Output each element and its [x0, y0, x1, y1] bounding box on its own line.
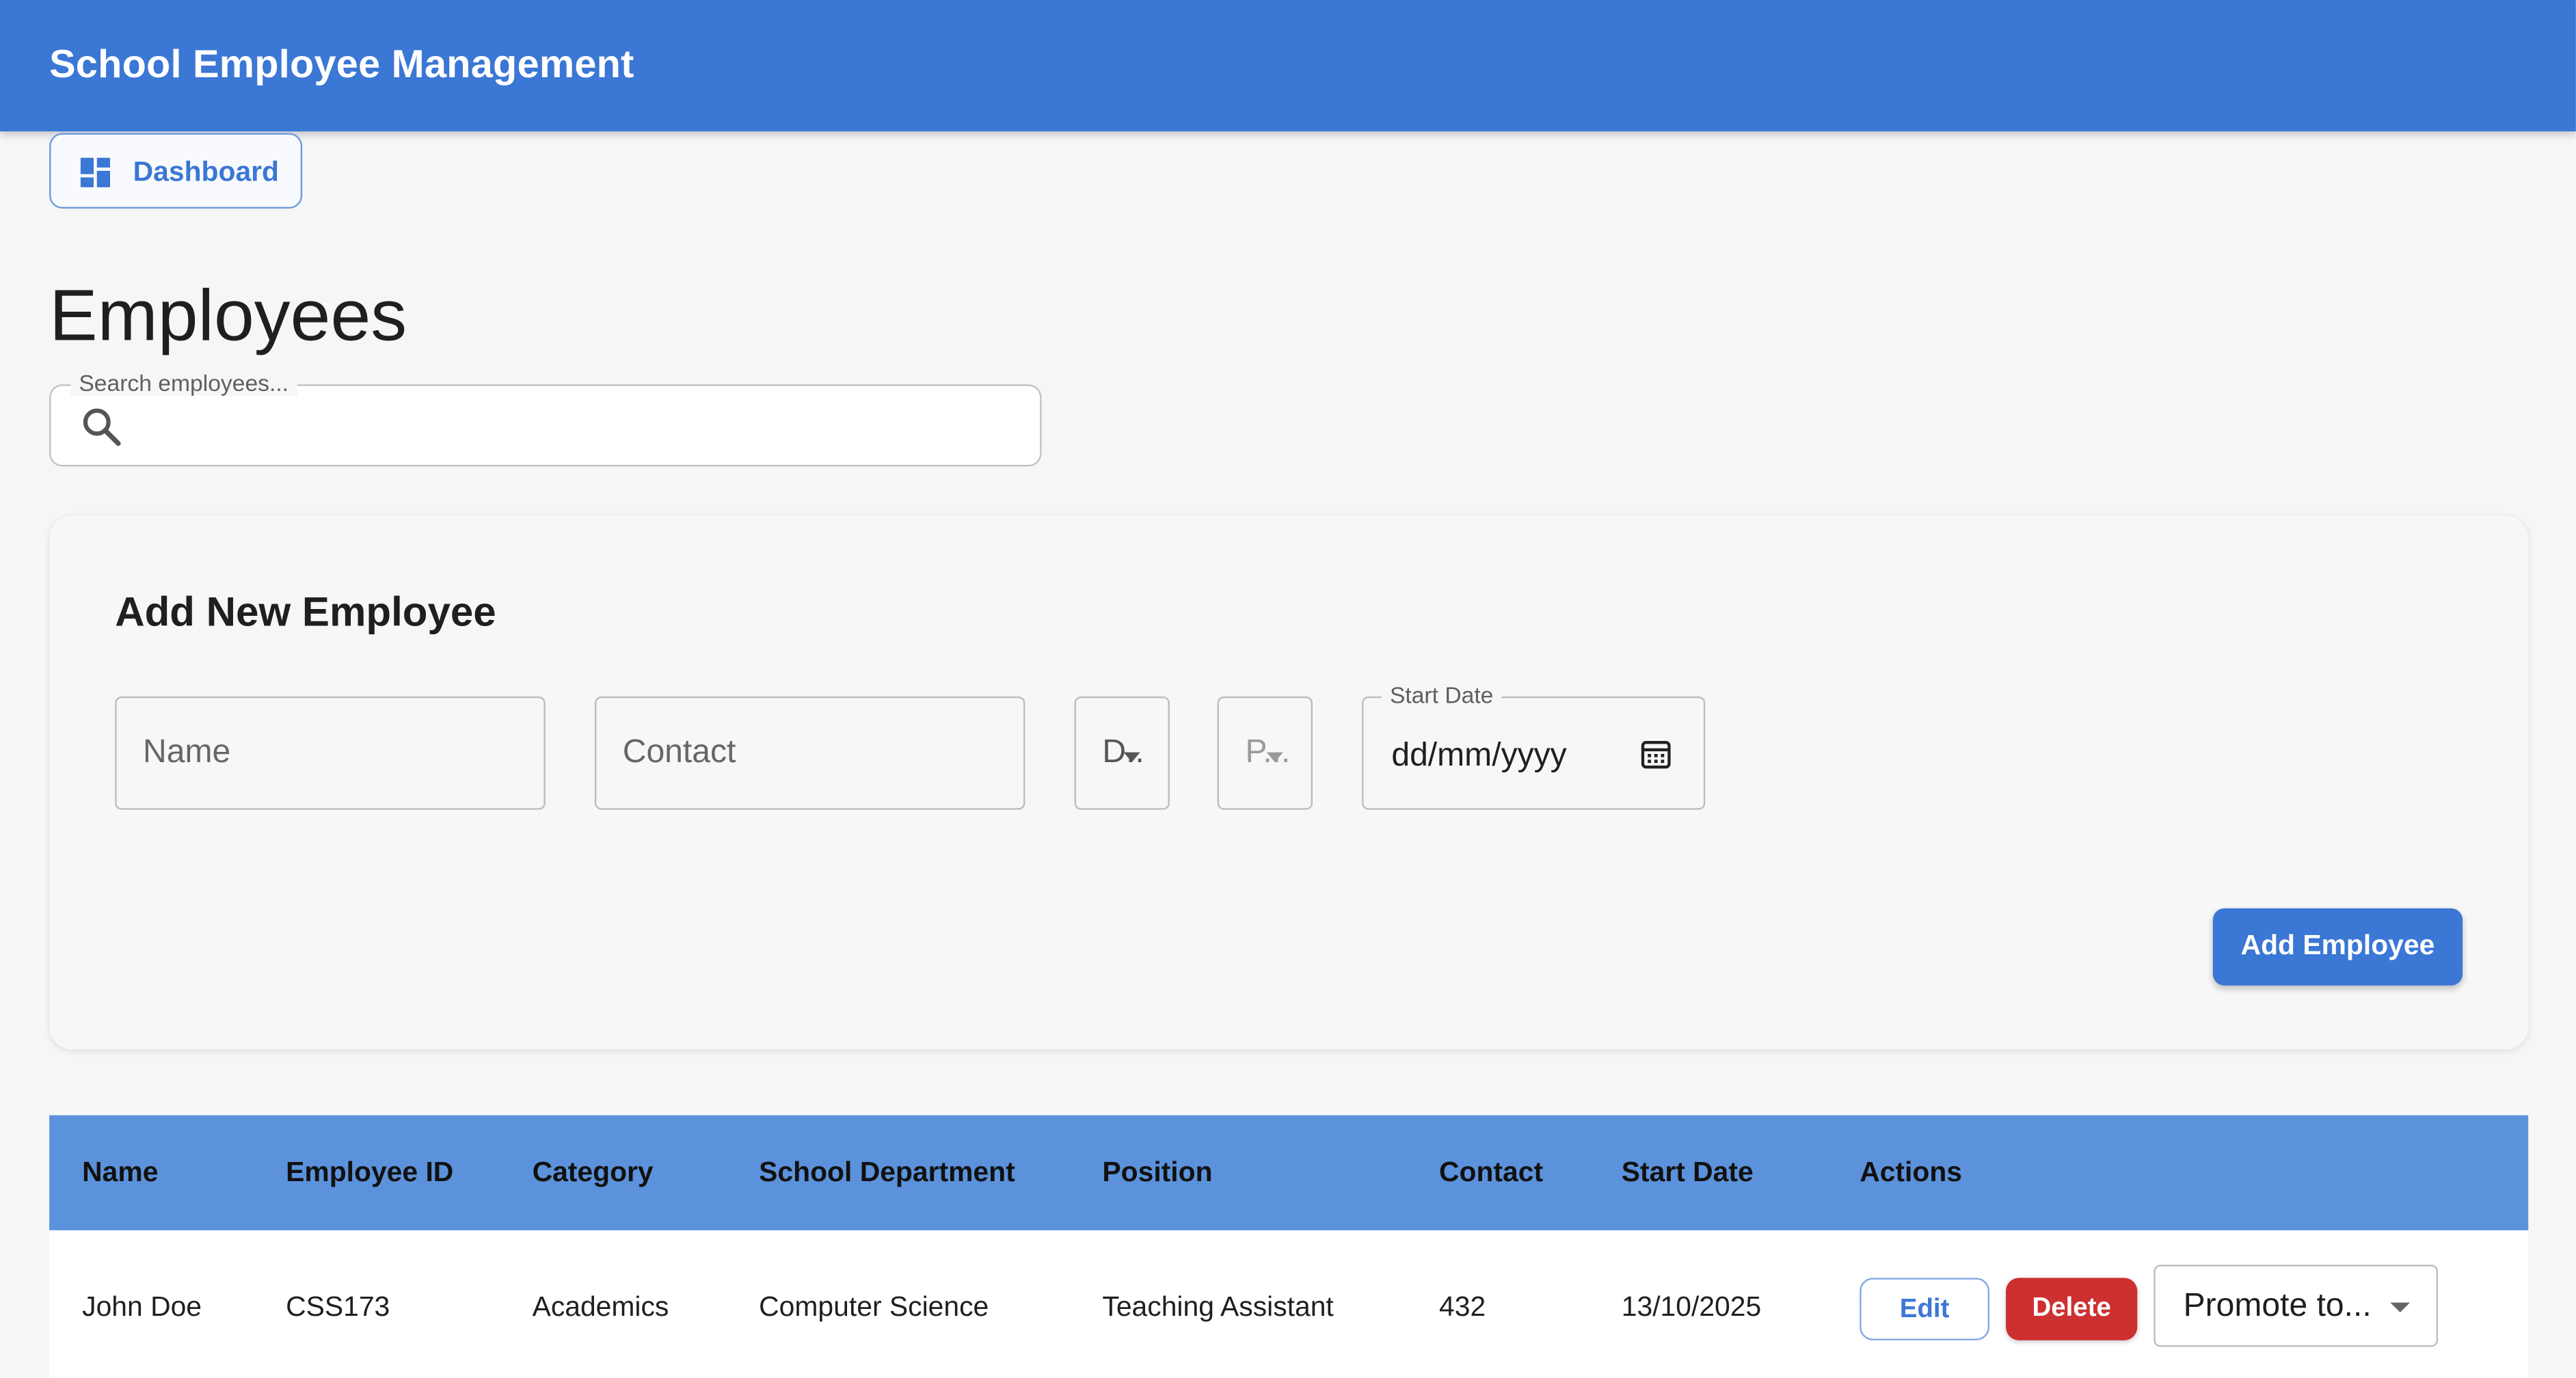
column-header-actions: Actions [1860, 1156, 1963, 1188]
start-date-field[interactable]: Start Date dd/mm/yyyy [1362, 681, 1706, 810]
column-header-name[interactable]: Name [82, 1157, 158, 1189]
page-title: Employees [49, 275, 407, 357]
contact-input[interactable] [596, 698, 1024, 809]
delete-button[interactable]: Delete [2006, 1278, 2138, 1340]
cell-category: Academics [532, 1291, 669, 1323]
add-employee-button[interactable]: Add Employee [2212, 908, 2463, 986]
search-label: Search employees... [70, 369, 297, 396]
edit-button[interactable]: Edit [1860, 1278, 1990, 1340]
cell-department: Computer Science [759, 1291, 989, 1323]
name-field[interactable] [115, 696, 546, 810]
calendar-icon[interactable] [1639, 738, 1672, 770]
start-date-label: Start Date [1381, 681, 1502, 708]
app-bar: School Employee Management [0, 0, 2576, 132]
contact-field[interactable] [594, 696, 1025, 810]
add-employee-card: Add New Employee D... P... Start Date dd… [49, 515, 2529, 1050]
column-header-start-date[interactable]: Start Date [1622, 1157, 1754, 1189]
start-date-input[interactable]: dd/mm/yyyy [1391, 738, 1566, 775]
cell-position: Teaching Assistant [1102, 1291, 1334, 1323]
cell-employee-id: CSS173 [286, 1291, 390, 1323]
column-header-department[interactable]: School Department [759, 1157, 1015, 1189]
cell-contact: 432 [1439, 1291, 1486, 1323]
app-root: School Employee Management Dashboard Emp… [0, 0, 2576, 1378]
chevron-down-icon [1266, 752, 1283, 762]
search-icon [83, 408, 121, 446]
department-select[interactable]: D... [1074, 696, 1170, 810]
name-input[interactable] [116, 698, 544, 809]
employees-table: Name Employee ID Category School Departm… [49, 1115, 2529, 1378]
dashboard-button[interactable]: Dashboard [49, 133, 303, 209]
add-employee-title: Add New Employee [115, 589, 496, 636]
cell-start-date: 13/10/2025 [1621, 1291, 1762, 1323]
cell-name: John Doe [82, 1291, 202, 1323]
promote-select-value: Promote to... [2183, 1287, 2372, 1324]
chevron-down-icon [1123, 752, 1140, 762]
edit-button-label: Edit [1899, 1295, 1950, 1324]
column-header-employee-id[interactable]: Employee ID [286, 1157, 453, 1189]
chevron-down-icon [2390, 1302, 2411, 1312]
add-employee-button-label: Add Employee [2240, 930, 2435, 961]
dashboard-label: Dashboard [133, 156, 280, 187]
position-select[interactable]: P... [1217, 696, 1313, 810]
table-header: Name Employee ID Category School Departm… [49, 1115, 2529, 1230]
search-input[interactable] [143, 398, 1021, 459]
column-header-position[interactable]: Position [1102, 1157, 1212, 1189]
column-header-category[interactable]: Category [533, 1157, 654, 1189]
delete-button-label: Delete [2032, 1294, 2111, 1323]
promote-select[interactable]: Promote to... [2154, 1265, 2439, 1347]
dashboard-grid-icon [80, 157, 111, 187]
search-field[interactable]: Search employees... [49, 369, 1042, 467]
column-header-contact[interactable]: Contact [1439, 1157, 1543, 1189]
app-title: School Employee Management [49, 42, 634, 87]
